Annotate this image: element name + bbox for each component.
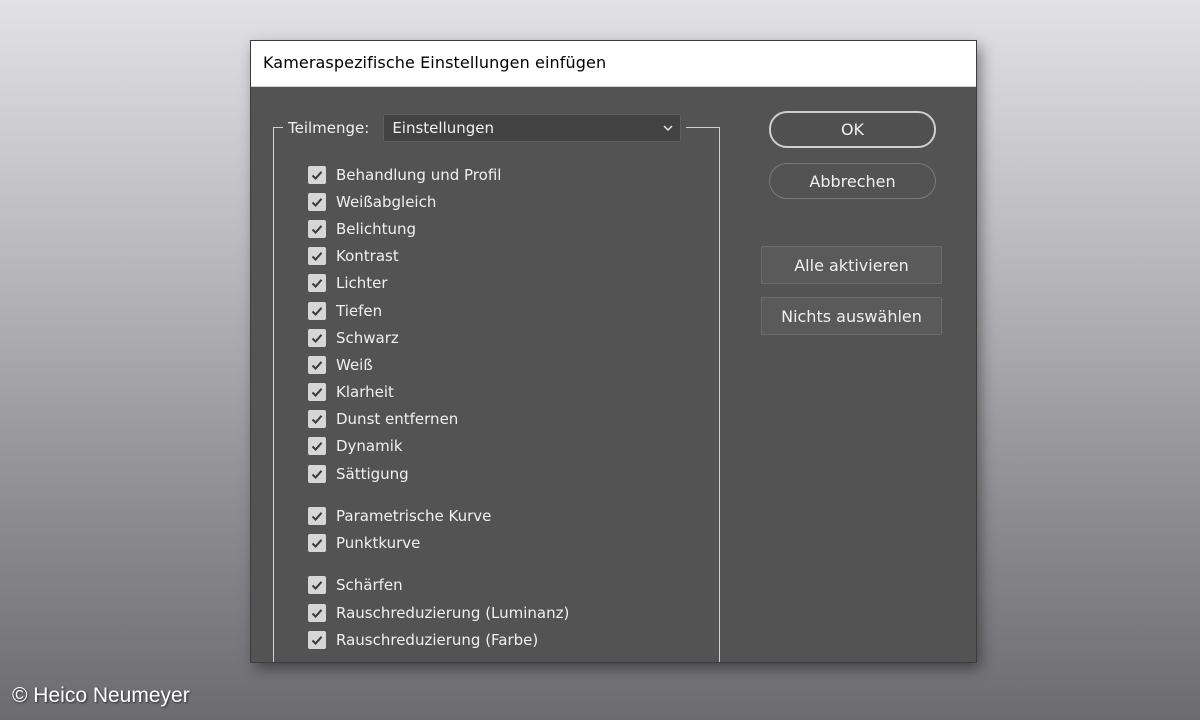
checkbox[interactable] <box>308 329 326 347</box>
setting-checkbox-row[interactable]: Sättigung <box>308 463 409 485</box>
checkmark-icon <box>311 361 323 370</box>
checkbox-label: Weiß <box>336 356 373 374</box>
checkbox[interactable] <box>308 507 326 525</box>
checkmark-icon <box>311 171 323 180</box>
subset-dropdown-value: Einstellungen <box>392 119 495 137</box>
checkbox[interactable] <box>308 576 326 594</box>
checkmark-icon <box>311 225 323 234</box>
checkbox-label: Parametrische Kurve <box>336 507 492 525</box>
checkbox-label: Klarheit <box>336 383 394 401</box>
checkbox-label: Behandlung und Profil <box>336 166 502 184</box>
checkbox-label: Schwarz <box>336 329 399 347</box>
checkmark-icon <box>311 279 323 288</box>
setting-checkbox-row[interactable]: Schärfen <box>308 574 403 596</box>
checkbox-label: Dunst entfernen <box>336 410 459 428</box>
ok-button[interactable]: OK <box>769 111 936 148</box>
checkbox[interactable] <box>308 437 326 455</box>
checkmark-icon <box>311 636 323 645</box>
checkmark-icon <box>311 415 323 424</box>
checkmark-icon <box>311 470 323 479</box>
checkbox[interactable] <box>308 534 326 552</box>
checkmark-icon <box>311 334 323 343</box>
setting-checkbox-row[interactable]: Dunst entfernen <box>308 408 458 430</box>
checkbox[interactable] <box>308 604 326 622</box>
checkbox-label: Tiefen <box>336 302 383 320</box>
setting-checkbox-row[interactable]: Schwarz <box>308 327 399 349</box>
checkmark-icon <box>311 609 323 618</box>
dialog-titlebar: Kameraspezifische Einstellungen einfügen <box>251 41 976 87</box>
setting-checkbox-row[interactable]: Dynamik <box>308 435 403 457</box>
checkbox-label: Sättigung <box>336 465 409 483</box>
checkbox[interactable] <box>308 166 326 184</box>
subset-dropdown[interactable]: Einstellungen <box>383 114 682 142</box>
checkbox[interactable] <box>308 193 326 211</box>
checkbox-label: Rauschreduzierung (Farbe) <box>336 631 539 649</box>
checkbox[interactable] <box>308 465 326 483</box>
cancel-button[interactable]: Abbrechen <box>769 163 936 199</box>
checkbox-label: Punktkurve <box>336 534 421 552</box>
setting-checkbox-row[interactable]: Belichtung <box>308 218 416 240</box>
paste-camera-settings-dialog: Kameraspezifische Einstellungen einfügen… <box>251 41 976 662</box>
checkbox[interactable] <box>308 247 326 265</box>
setting-checkbox-row[interactable]: Rauschreduzierung (Farbe) <box>308 629 538 651</box>
dialog-title: Kameraspezifische Einstellungen einfügen <box>263 53 607 72</box>
checkbox[interactable] <box>308 220 326 238</box>
subset-row: Teilmenge: Einstellungen <box>283 114 687 142</box>
checkbox-label: Dynamik <box>336 437 403 455</box>
checkmark-icon <box>311 442 323 451</box>
checkbox[interactable] <box>308 631 326 649</box>
checkbox[interactable] <box>308 302 326 320</box>
checkbox[interactable] <box>308 383 326 401</box>
select-none-button[interactable]: Nichts auswählen <box>761 297 942 335</box>
photo-credit: © Heico Neumeyer <box>12 684 190 707</box>
checkmark-icon <box>311 198 323 207</box>
checkmark-icon <box>311 581 323 590</box>
checkmark-icon <box>311 512 323 521</box>
select-all-button[interactable]: Alle aktivieren <box>761 246 942 284</box>
checkbox-label: Schärfen <box>336 576 403 594</box>
setting-checkbox-row[interactable]: Kontrast <box>308 245 399 267</box>
checkbox-label: Kontrast <box>336 247 399 265</box>
setting-checkbox-row[interactable]: Weiß <box>308 354 373 376</box>
setting-checkbox-row[interactable]: Behandlung und Profil <box>308 164 501 186</box>
checkmark-icon <box>311 388 323 397</box>
setting-checkbox-row[interactable]: Weißabgleich <box>308 191 436 213</box>
checkbox-label: Weißabgleich <box>336 193 437 211</box>
checkbox-label: Lichter <box>336 274 388 292</box>
chevron-down-icon <box>663 125 673 132</box>
subset-label: Teilmenge: <box>288 119 370 137</box>
checkmark-icon <box>311 252 323 261</box>
setting-checkbox-row[interactable]: Tiefen <box>308 300 382 322</box>
checkbox[interactable] <box>308 356 326 374</box>
setting-checkbox-row[interactable]: Punktkurve <box>308 532 420 554</box>
checkmark-icon <box>311 539 323 548</box>
checkbox[interactable] <box>308 274 326 292</box>
setting-checkbox-row[interactable]: Lichter <box>308 272 388 294</box>
setting-checkbox-row[interactable]: Parametrische Kurve <box>308 505 491 527</box>
setting-checkbox-row[interactable]: Rauschreduzierung (Luminanz) <box>308 602 569 624</box>
checkbox-label: Belichtung <box>336 220 417 238</box>
checkbox-label: Rauschreduzierung (Luminanz) <box>336 604 570 622</box>
checkbox[interactable] <box>308 410 326 428</box>
setting-checkbox-row[interactable]: Klarheit <box>308 381 394 403</box>
checkmark-icon <box>311 307 323 316</box>
